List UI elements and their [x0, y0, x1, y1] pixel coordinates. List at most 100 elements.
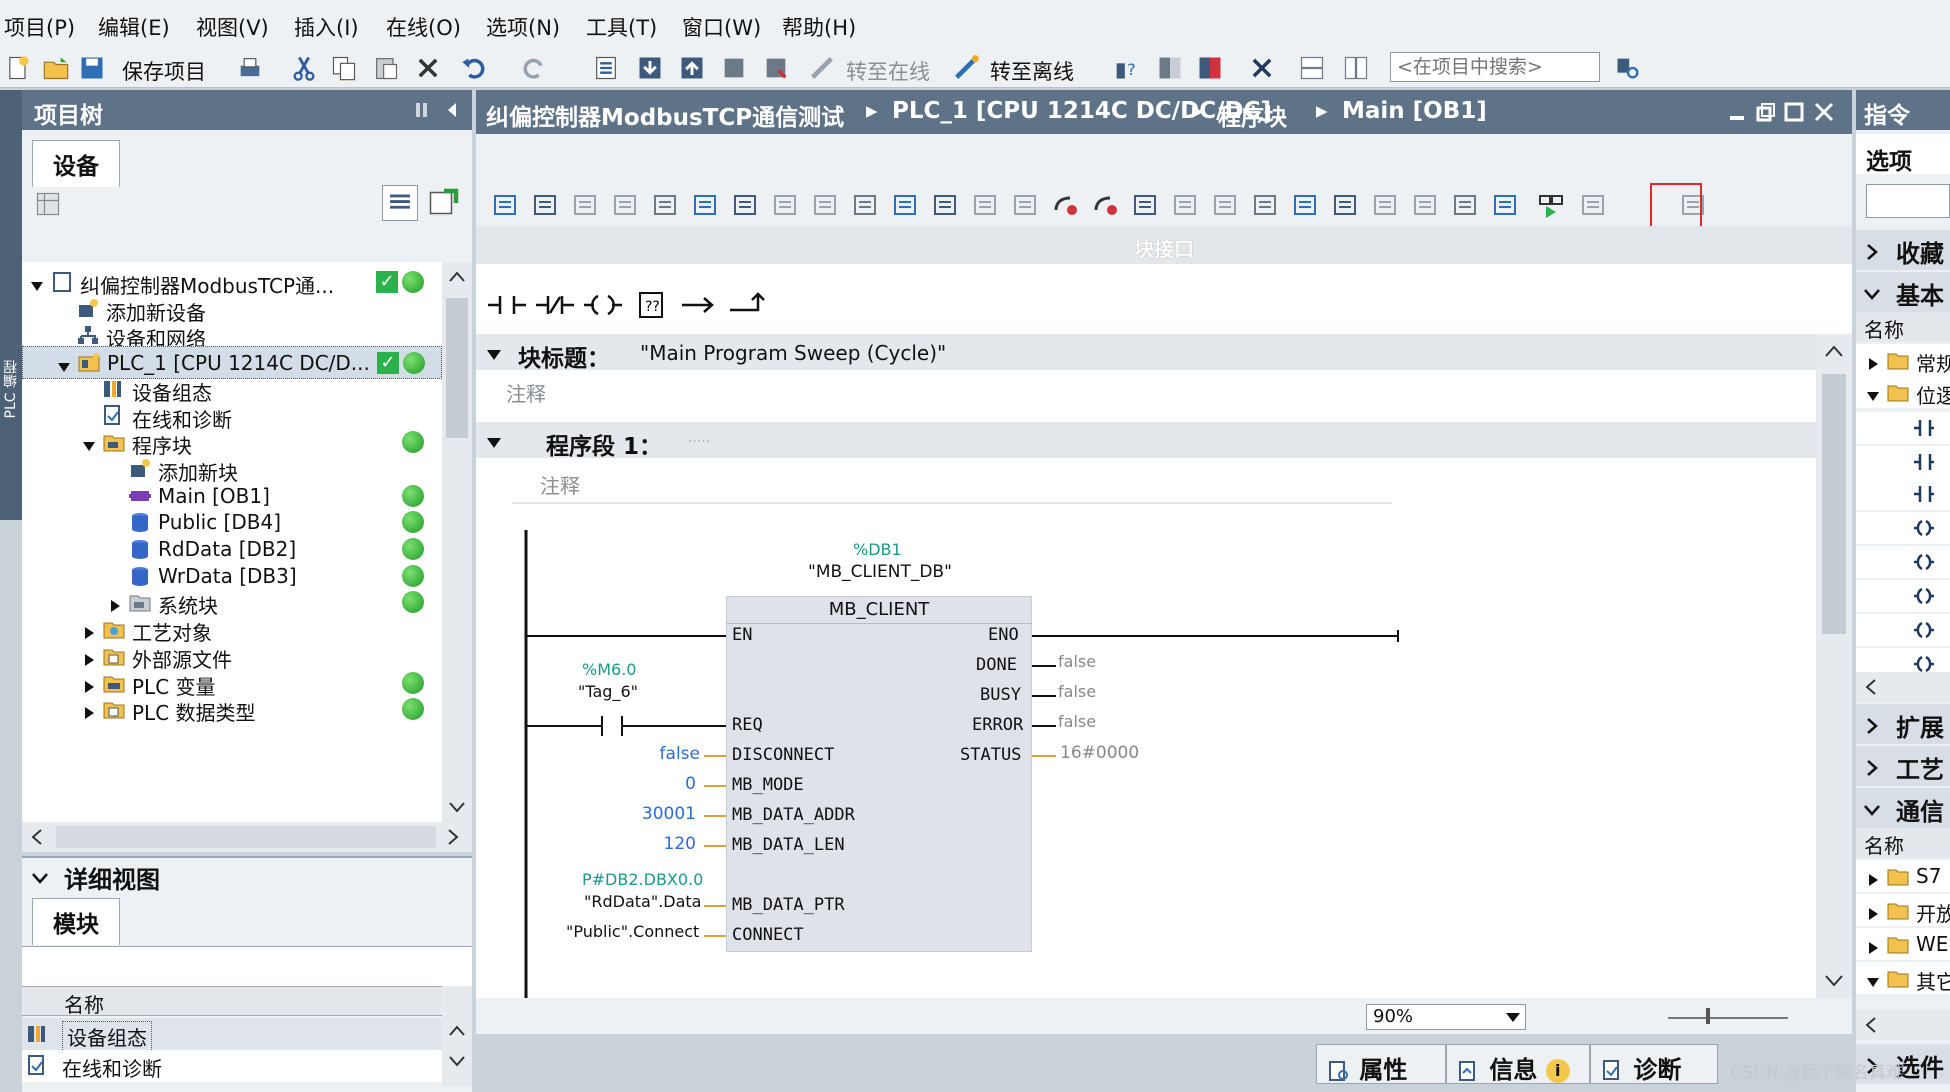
expand-right-icon[interactable]	[1866, 868, 1880, 886]
breadcrumb-project[interactable]: 纠偏控制器ModbusTCP通信测试	[486, 98, 844, 132]
tab-properties[interactable]: 属性	[1316, 1044, 1446, 1084]
debug-icon[interactable]	[1490, 190, 1520, 220]
breadcrumb-plc[interactable]: PLC_1 [CPU 1214C DC/DC/DC]	[892, 98, 1271, 124]
close-editor-icon[interactable]	[1248, 54, 1276, 82]
connect-tag[interactable]: "Public".Connect	[566, 922, 699, 941]
menu-window[interactable]: 窗口(W)	[682, 12, 761, 42]
step-over-icon[interactable]	[1170, 190, 1200, 220]
editor-vertical-scrollbar[interactable]	[1816, 334, 1852, 1034]
absolute-address-icon[interactable]	[770, 190, 800, 220]
instruction-item[interactable]	[1856, 512, 1950, 544]
chevron-down-icon[interactable]	[30, 866, 50, 886]
goto-previous-icon[interactable]	[1250, 190, 1280, 220]
add-row-icon[interactable]	[610, 190, 640, 220]
print-icon[interactable]	[236, 54, 264, 82]
menu-insert[interactable]: 插入(I)	[294, 12, 359, 42]
normally-open-contact-icon[interactable]	[486, 284, 528, 326]
tree-export-icon[interactable]	[426, 185, 462, 221]
close-branch-icon[interactable]	[726, 284, 768, 326]
instructions-search-input[interactable]	[1866, 184, 1950, 218]
instruction-folder[interactable]: 开放	[1856, 894, 1950, 926]
cut-icon[interactable]	[290, 54, 318, 82]
scroll-left-icon[interactable]	[26, 826, 48, 848]
fb-db-name[interactable]: "MB_CLIENT_DB"	[808, 562, 952, 582]
insert-row-icon[interactable]	[570, 190, 600, 220]
chevron-down-icon[interactable]	[1503, 1007, 1523, 1027]
scroll-right-icon[interactable]	[442, 826, 464, 848]
detail-row[interactable]: 设备组态	[22, 1018, 442, 1052]
dropdown-icon[interactable]	[930, 190, 960, 220]
menu-project[interactable]: 项目(P)	[4, 12, 75, 42]
expand-down-icon[interactable]	[1866, 970, 1880, 987]
disconnect-value[interactable]: false	[640, 744, 700, 764]
instruction-folder[interactable]: S7	[1856, 860, 1950, 892]
instruction-section[interactable]: 基本	[1856, 272, 1950, 312]
undo-icon[interactable]	[460, 54, 488, 82]
menu-edit[interactable]: 编辑(E)	[98, 12, 170, 42]
tab-devices[interactable]: 设备	[32, 140, 120, 187]
instruction-section[interactable]: 通信	[1856, 788, 1950, 828]
tree-hscroll-thumb[interactable]	[56, 826, 436, 848]
menu-help[interactable]: 帮助(H)	[782, 12, 856, 42]
chevron-right-icon[interactable]	[1862, 240, 1882, 260]
instruction-item[interactable]	[1856, 614, 1950, 646]
ptr-tag[interactable]: "RdData".Data	[584, 892, 701, 911]
detail-toggle-icon[interactable]	[382, 185, 418, 221]
menu-view[interactable]: 视图(V)	[196, 12, 269, 42]
scroll-down-icon[interactable]	[1822, 968, 1846, 992]
instruction-folder[interactable]: WE	[1856, 928, 1950, 960]
redo-icon[interactable]	[520, 54, 548, 82]
split-horizontal-icon[interactable]	[1298, 54, 1326, 82]
cross-reference-icon[interactable]	[1156, 54, 1184, 82]
breadcrumb-program-blocks[interactable]: 程序块	[1218, 98, 1287, 132]
menu-tools[interactable]: 工具(T)	[586, 12, 657, 42]
detail-scrollbar[interactable]	[442, 986, 472, 1086]
block-interface-bar[interactable]: 块接口	[476, 226, 1852, 264]
collapse-icon[interactable]	[850, 190, 880, 220]
outdent-icon[interactable]	[1370, 190, 1400, 220]
comment-icon[interactable]	[810, 190, 840, 220]
go-online-button[interactable]: 转至在线	[846, 56, 930, 86]
minimize-icon[interactable]	[1726, 100, 1750, 124]
expand-right-icon[interactable]	[82, 701, 96, 720]
instruction-section[interactable]: 工艺	[1856, 746, 1950, 786]
insert-network-icon[interactable]	[490, 190, 520, 220]
open-branch-icon[interactable]	[678, 284, 720, 326]
collapse-panel-icon[interactable]	[442, 100, 462, 120]
instruction-item[interactable]	[1856, 580, 1950, 612]
tab-diagnostics[interactable]: 诊断	[1590, 1044, 1718, 1084]
upload-icon[interactable]	[678, 54, 706, 82]
go-offline-button[interactable]: 转至离线	[990, 56, 1074, 86]
expand-down-icon[interactable]	[82, 434, 96, 452]
chevron-right-icon[interactable]	[1862, 714, 1882, 734]
delete-icon[interactable]	[414, 54, 442, 82]
scroll-down-icon[interactable]	[446, 796, 468, 818]
goto-next-icon[interactable]	[1290, 190, 1320, 220]
indent-icon[interactable]	[1330, 190, 1360, 220]
scroll-down-icon[interactable]	[446, 1050, 468, 1072]
tree-vertical-scrollbar[interactable]	[442, 262, 472, 822]
clear-breakpoint-icon[interactable]	[1090, 190, 1120, 220]
expand-right-icon[interactable]	[108, 594, 122, 613]
instruction-section[interactable]: 收藏	[1856, 230, 1950, 270]
new-project-icon[interactable]	[4, 54, 32, 82]
monitor-on-icon[interactable]	[1536, 190, 1566, 220]
expand-right-icon[interactable]	[1866, 352, 1880, 370]
go-offline-icon[interactable]	[952, 54, 980, 82]
open-project-icon[interactable]	[42, 54, 70, 82]
tree-scroll-thumb[interactable]	[446, 298, 468, 438]
project-search-input[interactable]	[1390, 52, 1600, 82]
breakpoint-icon[interactable]	[1050, 190, 1080, 220]
breadcrumb-main[interactable]: Main [OB1]	[1342, 98, 1487, 124]
req-operand-tag[interactable]: "Tag_6"	[578, 682, 638, 701]
network-icon[interactable]	[890, 190, 920, 220]
save-project-button[interactable]: 保存项目	[122, 56, 206, 86]
instruction-section[interactable]: 扩展	[1856, 704, 1950, 744]
restore-icon[interactable]	[1754, 100, 1778, 124]
len-value[interactable]: 120	[640, 834, 696, 854]
chevron-down-icon[interactable]	[1862, 282, 1882, 302]
instructions-scrollbar[interactable]	[1856, 1010, 1950, 1040]
close-icon[interactable]	[1812, 100, 1836, 124]
scroll-up-icon[interactable]	[446, 1020, 468, 1042]
simulation-stop-icon[interactable]	[762, 54, 790, 82]
